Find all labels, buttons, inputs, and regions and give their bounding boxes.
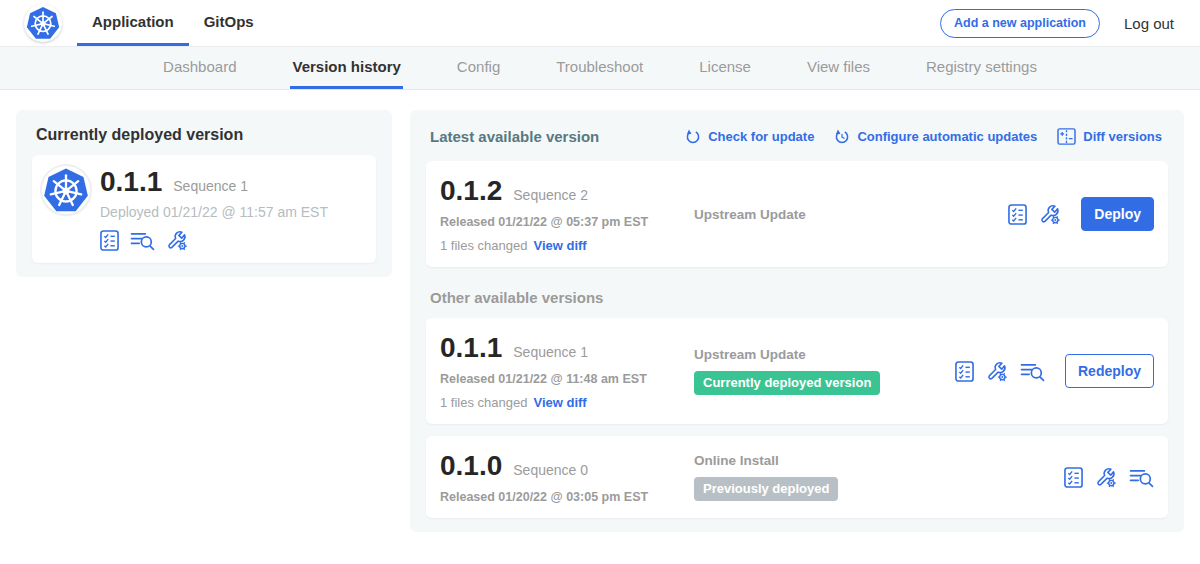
version-info: 0.1.0 Sequence 0 Released 01/20/22 @ 03:… [440, 450, 694, 504]
subnav-view-files[interactable]: View files [805, 47, 872, 89]
add-application-button[interactable]: Add a new application [940, 9, 1100, 38]
deployed-version-info: 0.1.1 Sequence 1 Deployed 01/21/22 @ 11:… [100, 166, 328, 251]
preflight-checks-icon[interactable] [100, 230, 119, 251]
other-versions-title: Other available versions [430, 289, 1164, 306]
view-logs-icon[interactable] [130, 230, 155, 251]
preflight-checks-icon[interactable] [955, 361, 974, 382]
deploy-button[interactable]: Deploy [1081, 197, 1154, 231]
preflight-checks-icon[interactable] [1064, 467, 1083, 488]
app-icon [42, 166, 90, 214]
version-sequence: Sequence 0 [513, 462, 588, 478]
files-changed: 1 files changed [440, 395, 527, 410]
view-logs-icon[interactable] [1020, 361, 1045, 382]
deployed-action-icons [100, 229, 328, 251]
kubernetes-logo-icon [26, 6, 60, 40]
version-number: 0.1.1 [440, 332, 502, 364]
diff-icon [1057, 128, 1076, 145]
configure-updates-link[interactable]: Configure automatic updates [834, 128, 1037, 145]
version-actions: Check for update Configure automatic upd… [685, 128, 1162, 145]
view-diff-link[interactable]: View diff [533, 238, 586, 253]
currently-deployed-title: Currently deployed version [36, 126, 372, 144]
top-right-actions: Add a new application Log out [940, 0, 1174, 46]
version-card-actions: Redeploy [955, 354, 1154, 388]
currently-deployed-panel: Currently deployed version 0.1.1 Sequenc… [16, 110, 392, 277]
configure-updates-label: Configure automatic updates [857, 129, 1037, 144]
deployed-version-card: 0.1.1 Sequence 1 Deployed 01/21/22 @ 11:… [32, 155, 376, 263]
source-label: Online Install [694, 453, 1064, 468]
check-for-update-label: Check for update [708, 129, 814, 144]
main-content: Currently deployed version 0.1.1 Sequenc… [0, 90, 1200, 552]
kubernetes-app-icon [43, 167, 89, 213]
view-logs-icon[interactable] [1129, 467, 1154, 488]
refresh-icon [685, 128, 701, 144]
subnav-dashboard[interactable]: Dashboard [161, 47, 238, 89]
version-number: 0.1.0 [440, 450, 502, 482]
top-navbar: Application GitOps Add a new application… [0, 0, 1200, 46]
version-released: Released 01/20/22 @ 03:05 pm EST [440, 490, 694, 504]
subnav-registry-settings[interactable]: Registry settings [924, 47, 1039, 89]
version-card-0-1-0: 0.1.0 Sequence 0 Released 01/20/22 @ 03:… [426, 436, 1168, 518]
app-subnav: Dashboard Version history Config Trouble… [0, 46, 1200, 90]
subnav-license[interactable]: License [697, 47, 753, 89]
version-source: Upstream Update Currently deployed versi… [694, 347, 955, 395]
deployed-timestamp: Deployed 01/21/22 @ 11:57 am EST [100, 204, 328, 220]
top-tabs: Application GitOps [77, 0, 269, 46]
tab-gitops[interactable]: GitOps [189, 0, 269, 46]
version-info: 0.1.1 Sequence 1 Released 01/21/22 @ 11:… [440, 332, 694, 410]
subnav-config[interactable]: Config [455, 47, 502, 89]
version-released: Released 01/21/22 @ 05:37 pm EST [440, 215, 694, 229]
version-number: 0.1.2 [440, 175, 502, 207]
previously-deployed-badge: Previously deployed [694, 477, 838, 501]
version-card-0-1-2: 0.1.2 Sequence 2 Released 01/21/22 @ 05:… [426, 161, 1168, 267]
version-history-panel: Latest available version Check for updat… [410, 110, 1184, 532]
deployed-version-number: 0.1.1 [100, 166, 162, 198]
version-card-0-1-1: 0.1.1 Sequence 1 Released 01/21/22 @ 11:… [426, 318, 1168, 424]
redeploy-button[interactable]: Redeploy [1065, 354, 1154, 388]
version-sequence: Sequence 1 [513, 344, 588, 360]
version-sequence: Sequence 2 [513, 187, 588, 203]
deployed-sequence: Sequence 1 [173, 178, 248, 194]
version-card-actions [1064, 466, 1154, 488]
latest-version-title: Latest available version [430, 128, 599, 145]
version-source: Online Install Previously deployed [694, 453, 1064, 501]
edit-config-icon[interactable] [166, 229, 188, 251]
auto-update-icon [834, 128, 850, 144]
view-diff-link[interactable]: View diff [533, 395, 586, 410]
diff-versions-label: Diff versions [1083, 129, 1162, 144]
source-label: Upstream Update [694, 207, 1008, 222]
edit-config-icon[interactable] [1095, 466, 1117, 488]
subnav-troubleshoot[interactable]: Troubleshoot [554, 47, 645, 89]
preflight-checks-icon[interactable] [1008, 204, 1027, 225]
currently-deployed-badge: Currently deployed version [694, 371, 880, 395]
version-info: 0.1.2 Sequence 2 Released 01/21/22 @ 05:… [440, 175, 694, 253]
tab-application[interactable]: Application [77, 0, 189, 46]
edit-config-icon[interactable] [986, 360, 1008, 382]
version-source: Upstream Update [694, 207, 1008, 222]
version-card-actions: Deploy [1008, 197, 1154, 231]
edit-config-icon[interactable] [1039, 203, 1061, 225]
logout-link[interactable]: Log out [1124, 15, 1174, 32]
subnav-version-history[interactable]: Version history [290, 47, 402, 89]
diff-versions-link[interactable]: Diff versions [1057, 128, 1162, 145]
check-for-update-link[interactable]: Check for update [685, 128, 814, 145]
kubernetes-logo [24, 4, 62, 42]
version-released: Released 01/21/22 @ 11:48 am EST [440, 372, 694, 386]
files-changed: 1 files changed [440, 238, 527, 253]
source-label: Upstream Update [694, 347, 955, 362]
latest-version-header: Latest available version Check for updat… [426, 123, 1168, 149]
